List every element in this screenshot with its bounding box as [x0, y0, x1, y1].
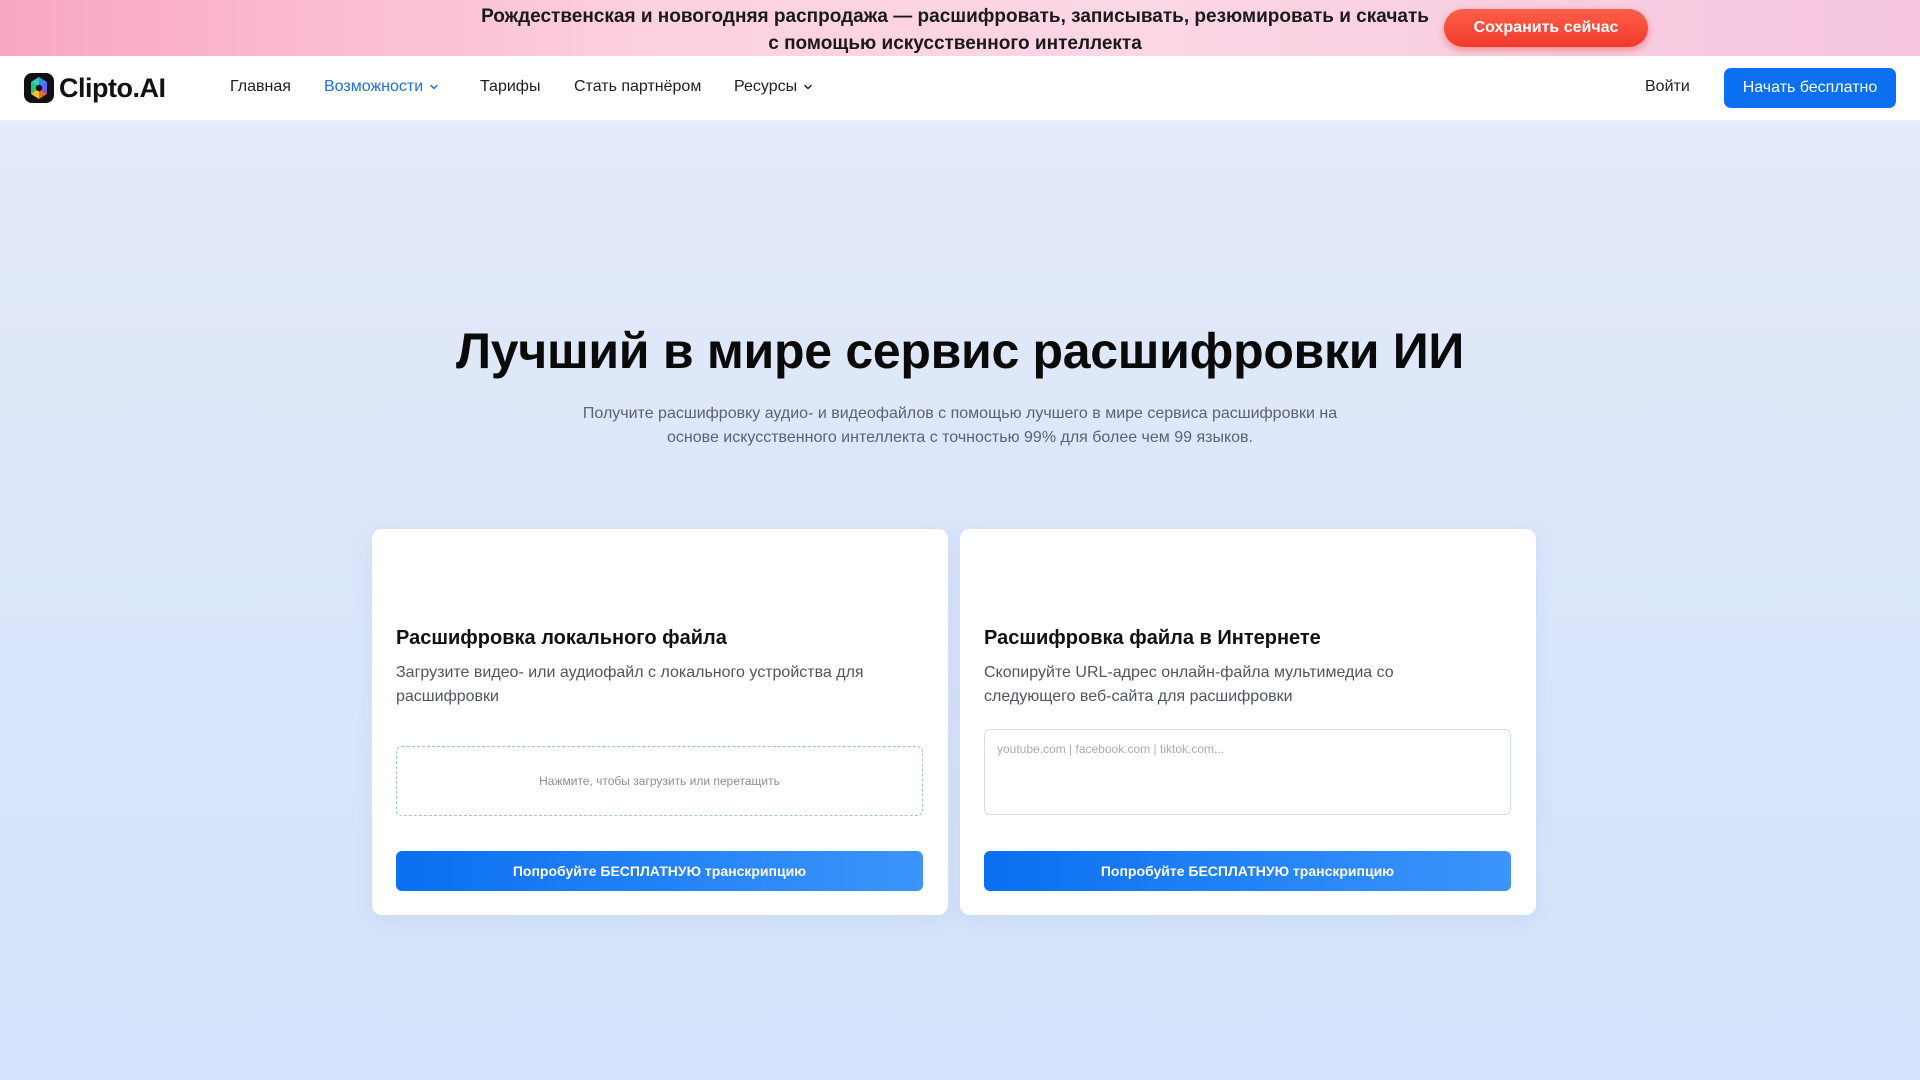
card-title: Расшифровка файла в Интернете [984, 627, 1321, 649]
card-description: Загрузите видео- или аудиофайл с локальн… [396, 664, 864, 705]
nav-item-label: Возможности [324, 78, 424, 95]
promo-text-line-1: Рождественская и новогодняя распродажа —… [481, 6, 1429, 27]
top-navigation: Clipto.AI Главная Возможности Тарифы Ста… [0, 56, 1920, 121]
promo-text: Рождественская и новогодняя распродажа —… [440, 3, 1470, 57]
logo-text: Clipto.AI [59, 72, 166, 103]
dropzone-text: Нажмите, чтобы загрузить или перетащить [539, 774, 780, 788]
nav-item-label: Ресурсы [734, 78, 798, 95]
save-now-button[interactable]: Сохранить сейчас [1444, 9, 1648, 47]
nav-item-features[interactable]: Возможности [324, 78, 439, 96]
card-description: Скопируйте URL-адрес онлайн-файла мульти… [984, 664, 1394, 705]
login-link[interactable]: Войти [1645, 78, 1690, 96]
local-file-card: Расшифровка локального файла Загрузите в… [372, 529, 948, 915]
promo-banner: Рождественская и новогодняя распродажа —… [0, 0, 1920, 56]
url-input[interactable] [984, 729, 1511, 815]
try-free-transcription-button[interactable]: Попробуйте БЕСПЛАТНУЮ транскрипцию [396, 851, 923, 891]
page-title: Лучший в мире сервис расшифровки ИИ [455, 323, 1465, 379]
page-subtitle: Получите расшифровку аудио- и видеофайло… [582, 405, 1338, 446]
nav-item-label: Главная [230, 78, 291, 95]
nav-item-partner[interactable]: Стать партнёром [574, 78, 701, 96]
card-title: Расшифровка локального файла [396, 627, 727, 649]
nav-item-home[interactable]: Главная [230, 78, 291, 96]
online-file-card: Расшифровка файла в Интернете Скопируйте… [960, 529, 1536, 915]
try-free-transcription-button[interactable]: Попробуйте БЕСПЛАТНУЮ транскрипцию [984, 851, 1511, 891]
nav-item-resources[interactable]: Ресурсы [734, 78, 813, 96]
chevron-down-icon [804, 84, 812, 90]
nav-item-label: Тарифы [480, 78, 541, 95]
file-upload-dropzone[interactable]: Нажмите, чтобы загрузить или перетащить [396, 746, 923, 816]
chevron-down-icon [430, 84, 438, 90]
nav-item-label: Стать партнёром [574, 78, 702, 95]
start-free-button[interactable]: Начать бесплатно [1724, 68, 1896, 108]
logo[interactable]: Clipto.AI [23, 71, 166, 105]
clipto-logo-icon [24, 73, 54, 103]
promo-text-line-2: с помощью искусственного интеллекта [768, 33, 1142, 54]
nav-item-pricing[interactable]: Тарифы [480, 78, 540, 96]
